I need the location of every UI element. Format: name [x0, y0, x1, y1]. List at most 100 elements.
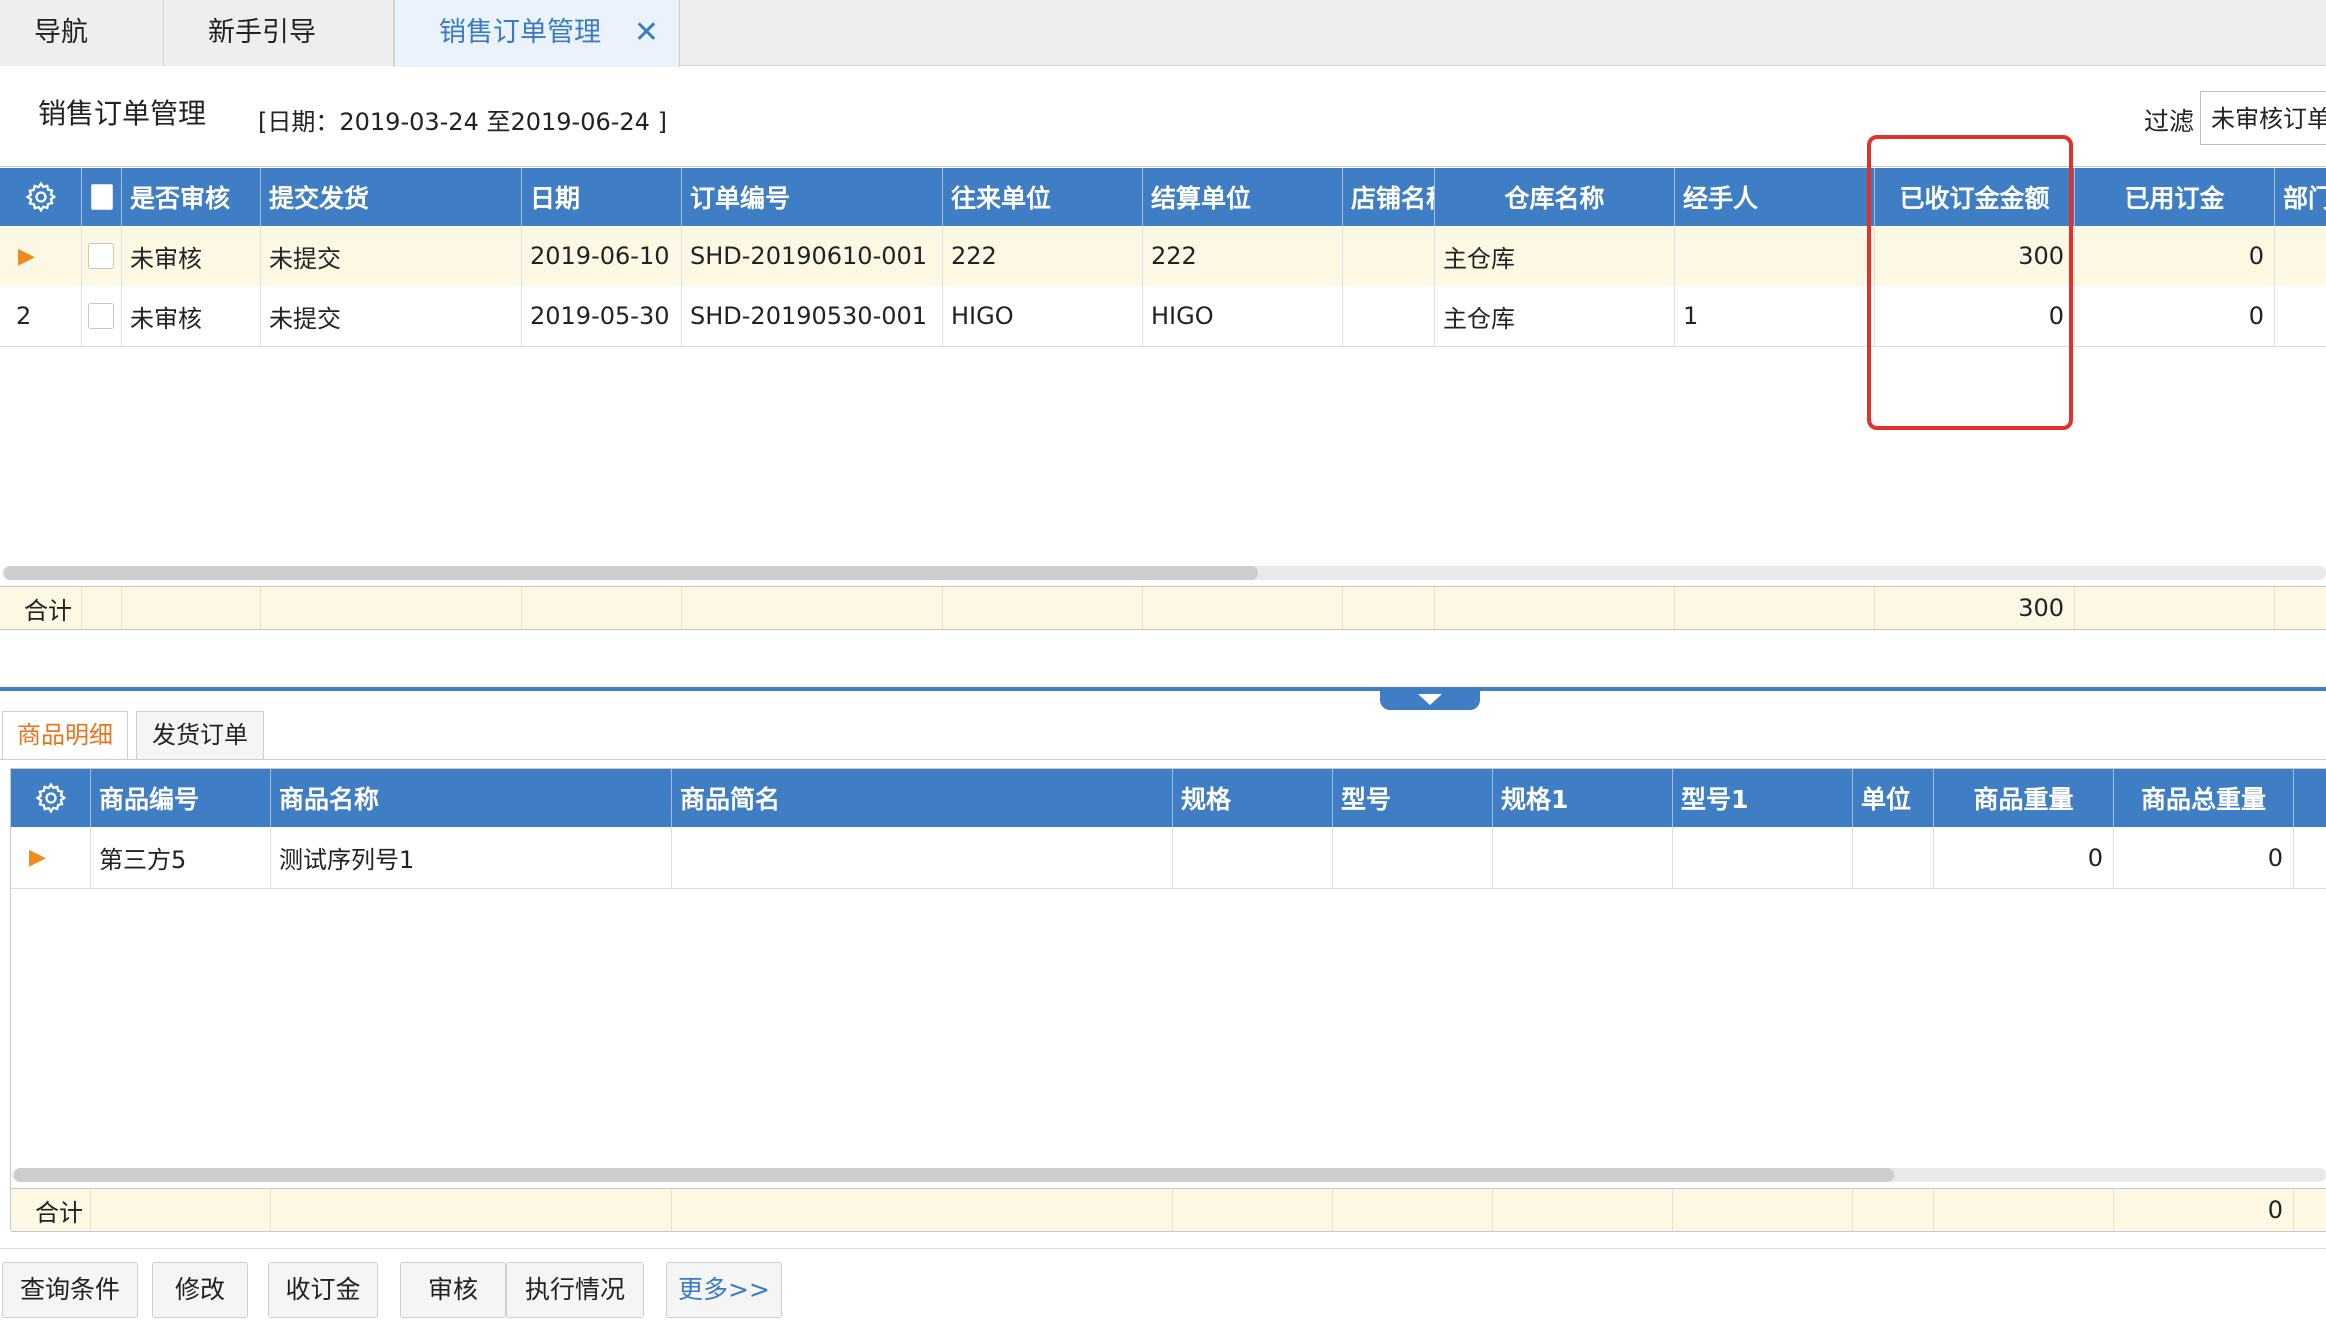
col-dept[interactable]: 部门 [2275, 168, 2326, 226]
goods-total-row: 合计 0 [11, 1188, 2326, 1232]
query-conditions-button[interactable]: 查询条件 [2, 1262, 138, 1318]
cell-model1 [1673, 827, 1853, 888]
cell-submit: 未提交 [261, 286, 522, 346]
goods-header: 商品编号 商品名称 商品简名 规格 型号 规格1 型号1 单位 商品重量 商品总… [11, 769, 2326, 827]
cell-goods-short [672, 827, 1173, 888]
tab-bar: 导航 新手引导 销售订单管理 ✕ [0, 0, 2326, 67]
total-label: 合计 [0, 587, 82, 629]
total-cell [82, 587, 122, 629]
col-used-deposit[interactable]: 已用订金 [2075, 168, 2275, 226]
tab-shipping-orders[interactable]: 发货订单 [136, 711, 264, 759]
col-model1[interactable]: 型号1 [1673, 769, 1853, 827]
play-arrow-icon: ▶ [11, 827, 91, 888]
cell-handler [1675, 226, 1875, 286]
total-cell [1493, 1189, 1673, 1231]
tab-goods-detail[interactable]: 商品明细 [2, 711, 128, 760]
total-cell [1673, 1189, 1853, 1231]
total-cell [1675, 587, 1875, 629]
total-cell [1343, 587, 1435, 629]
cell-used-deposit: 0 [2075, 286, 2275, 346]
col-shop[interactable]: 店铺名称 [1343, 168, 1435, 226]
cell-partner: 222 [943, 226, 1143, 286]
col-goods-name[interactable]: 商品名称 [271, 769, 672, 827]
col-partner[interactable]: 往来单位 [943, 168, 1143, 226]
execution-status-button[interactable]: 执行情况 [506, 1262, 644, 1318]
col-weight[interactable]: 商品重量 [1934, 769, 2114, 827]
col-submit[interactable]: 提交发货 [261, 168, 522, 226]
col-settle[interactable]: 结算单位 [1143, 168, 1343, 226]
cell-submit: 未提交 [261, 226, 522, 286]
more-button[interactable]: 更多>> [666, 1262, 782, 1318]
tab-nav[interactable]: 导航 [0, 0, 164, 66]
col-date[interactable]: 日期 [522, 168, 682, 226]
collect-deposit-button[interactable]: 收订金 [268, 1262, 378, 1318]
total-cell [2075, 587, 2275, 629]
total-cell [1333, 1189, 1493, 1231]
col-model[interactable]: 型号 [1333, 769, 1493, 827]
cell-approved: 未审核 [122, 286, 261, 346]
caret-down-icon[interactable] [1380, 688, 1480, 710]
row-number: 2 [0, 286, 82, 346]
col-warehouse[interactable]: 仓库名称 [1435, 168, 1675, 226]
cell-total-weight: 0 [2114, 827, 2294, 888]
filter-label: 过滤 [2144, 107, 2195, 136]
total-cell [943, 587, 1143, 629]
approve-button[interactable]: 审核 [400, 1262, 506, 1318]
row-checkbox[interactable] [82, 286, 122, 346]
tab-guide-label: 新手引导 [208, 17, 316, 48]
col-handler[interactable]: 经手人 [1675, 168, 1875, 226]
col-spec1[interactable]: 规格1 [1493, 769, 1673, 827]
cell-settle: 222 [1143, 226, 1343, 286]
filter-select[interactable]: 未审核订单 [2200, 91, 2326, 145]
cell-order-no: SHD-20190610-001 [682, 226, 943, 286]
col-approved[interactable]: 是否审核 [122, 168, 261, 226]
total-cell [1173, 1189, 1333, 1231]
col-order-no[interactable]: 订单编号 [682, 168, 943, 226]
highlight-box [1867, 135, 2073, 430]
gear-icon[interactable] [11, 769, 91, 827]
total-weight-sum: 0 [2114, 1189, 2294, 1231]
total-cell [122, 587, 261, 629]
col-unit[interactable]: 单位 [1853, 769, 1934, 827]
cell-date: 2019-05-30 [522, 286, 682, 346]
tab-sales-label: 销售订单管理 [439, 17, 601, 48]
cell-approved: 未审核 [122, 226, 261, 286]
total-cell [1853, 1189, 1934, 1231]
cell-used-deposit: 0 [2075, 226, 2275, 286]
total-cell [1435, 587, 1675, 629]
cell-shop [1343, 226, 1435, 286]
col-total-weight[interactable]: 商品总重量 [2114, 769, 2294, 827]
col-extra[interactable] [2294, 769, 2326, 827]
col-goods-code[interactable]: 商品编号 [91, 769, 271, 827]
cell-dept [2275, 226, 2326, 286]
edit-button[interactable]: 修改 [152, 1262, 248, 1318]
tab-guide[interactable]: 新手引导 [164, 0, 394, 66]
total-cell [1143, 587, 1343, 629]
total-cell [1934, 1189, 2114, 1231]
tab-sales-orders[interactable]: 销售订单管理 ✕ [394, 0, 680, 67]
cell-spec1 [1493, 827, 1673, 888]
orders-scrollbar-thumb[interactable] [4, 566, 1258, 580]
gear-icon[interactable] [0, 168, 82, 226]
cell-weight: 0 [1934, 827, 2114, 888]
cell-partner: HIGO [943, 286, 1143, 346]
total-cell [522, 587, 682, 629]
cell-warehouse: 主仓库 [1435, 226, 1675, 286]
total-cell [91, 1189, 271, 1231]
close-icon[interactable]: ✕ [634, 0, 659, 66]
table-row[interactable]: ▶ 第三方5 测试序列号1 0 0 [11, 827, 2326, 889]
play-arrow-icon: ▶ [0, 226, 82, 286]
page-title: 销售订单管理 [38, 97, 207, 130]
row-checkbox[interactable] [82, 226, 122, 286]
cell-order-no: SHD-20190530-001 [682, 286, 943, 346]
tab-nav-label: 导航 [34, 17, 88, 48]
col-goods-short[interactable]: 商品简名 [672, 769, 1173, 827]
goods-scrollbar-thumb[interactable] [14, 1168, 1894, 1182]
select-all-checkbox[interactable] [82, 168, 122, 226]
tab-divider [0, 759, 2326, 760]
total-cell [261, 587, 522, 629]
date-range: [日期：2019-03-24 至2019-06-24 ] [258, 108, 667, 136]
cell-shop [1343, 286, 1435, 346]
col-spec[interactable]: 规格 [1173, 769, 1333, 827]
pane-splitter[interactable] [0, 687, 2326, 691]
